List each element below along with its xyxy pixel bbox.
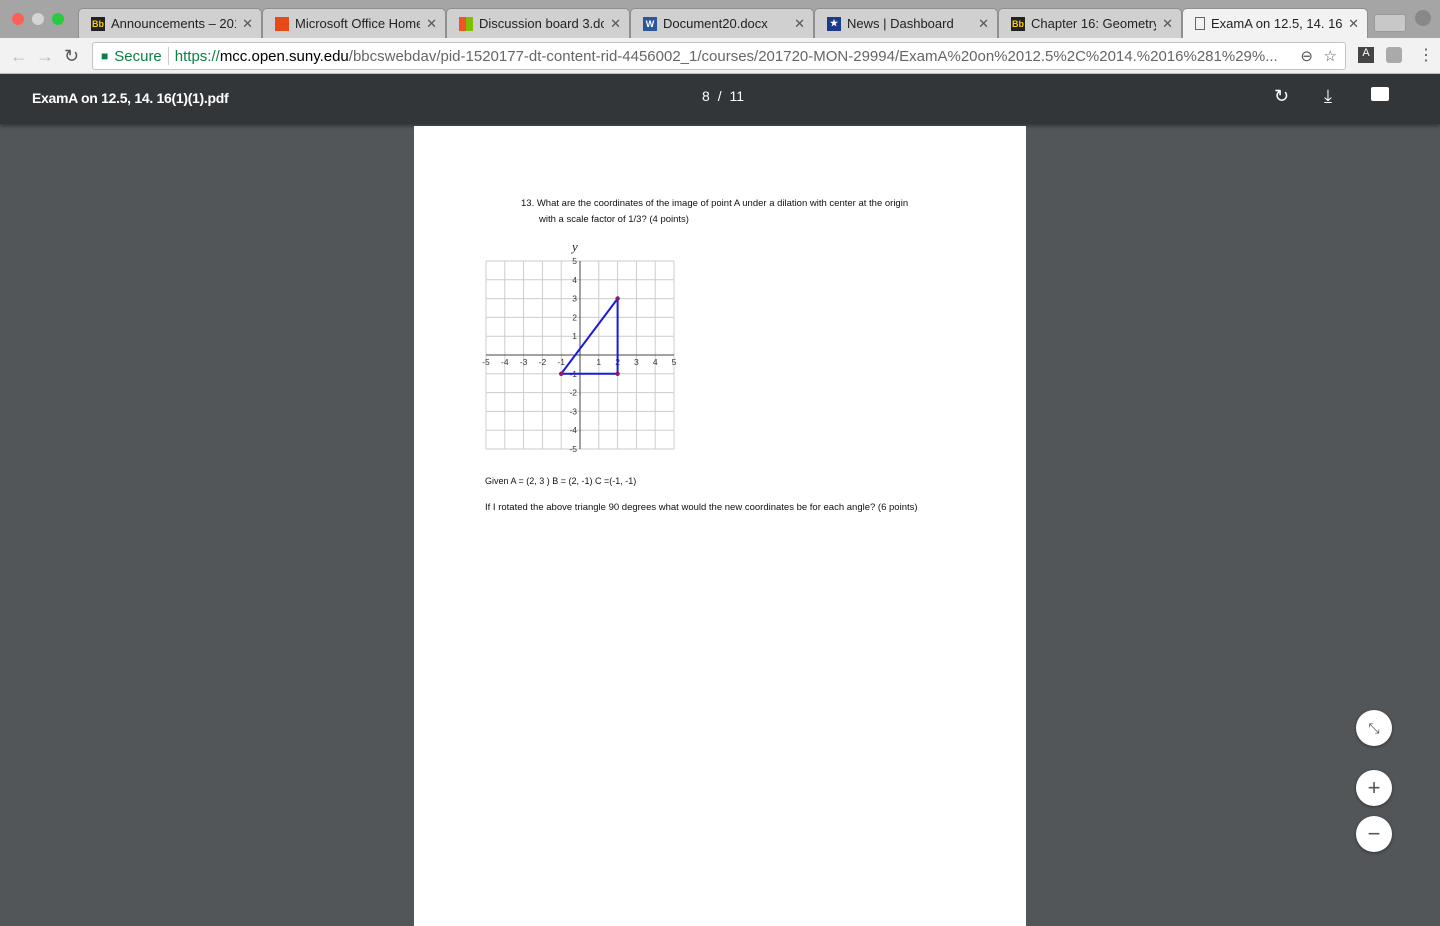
given-points: Given A = (2, 3 ) B = (2, -1) C =(-1, -1… — [485, 476, 637, 486]
secure-label: Secure — [114, 47, 162, 65]
bookmark-star-icon[interactable]: ☆ — [1324, 47, 1337, 65]
print-icon[interactable] — [1371, 87, 1389, 101]
x-tick-label: 5 — [672, 357, 677, 367]
lock-icon: ■ — [101, 49, 109, 63]
y-tick-label: -5 — [569, 444, 577, 454]
pdf-page: 13. What are the coordinates of the imag… — [414, 126, 1026, 926]
question-13-line2: with a scale factor of 1/3? (4 points) — [539, 214, 689, 225]
forward-button[interactable]: → — [36, 46, 54, 67]
close-tab-icon[interactable]: ✕ — [426, 16, 437, 32]
y-tick-label: 5 — [572, 256, 577, 266]
question-14: If I rotated the above triangle 90 degre… — [485, 502, 918, 513]
question-13-line1: 13. What are the coordinates of the imag… — [521, 198, 909, 209]
tab-news-dashboard[interactable]: ★ News | Dashboard ✕ — [814, 8, 998, 38]
page-indicator: 8 / 11 — [702, 88, 745, 104]
tab-announcements[interactable]: Bb Announcements – 2017 ✕ — [78, 8, 262, 38]
vertex-point — [559, 371, 564, 376]
y-tick-label: -2 — [569, 388, 577, 398]
maximize-window-button[interactable] — [52, 13, 64, 25]
microsoft-icon — [459, 16, 473, 31]
x-tick-label: -1 — [557, 357, 565, 367]
extension-icon[interactable]: A — [1358, 47, 1374, 63]
word-icon: W — [643, 16, 657, 31]
pdf-toolbar: ExamA on 12.5, 14. 16(1)(1).pdf 8 / 11 ↻… — [0, 74, 1440, 124]
close-tab-icon[interactable]: ✕ — [978, 16, 989, 32]
y-tick-label: -3 — [569, 406, 577, 416]
y-tick-label: 1 — [572, 331, 577, 341]
close-tab-icon[interactable]: ✕ — [794, 16, 805, 32]
tab-exama-pdf[interactable]: ExamA on 12.5, 14. 16(1)(1).pdf✕ — [1182, 8, 1368, 38]
reload-button[interactable]: ↻ — [64, 46, 79, 67]
url-scheme: https:// — [174, 47, 220, 65]
tab-strip: Bb Announcements – 2017 ✕ Microsoft Office… — [0, 0, 1440, 38]
blackboard-icon: Bb — [1011, 16, 1025, 31]
close-window-button[interactable] — [12, 13, 24, 25]
y-tick-label: 3 — [572, 294, 577, 304]
coordinate-graph: y-5-5-4-4-3-3-2-2-1-11122334455 — [482, 239, 677, 454]
y-tick-label: 2 — [572, 312, 577, 322]
tab-office-home[interactable]: Microsoft Office Home ✕ — [262, 8, 446, 38]
close-tab-icon[interactable]: ✕ — [1162, 16, 1173, 32]
close-tab-icon[interactable]: ✕ — [242, 16, 253, 32]
x-tick-label: 1 — [596, 357, 601, 367]
back-button[interactable]: ← — [10, 46, 28, 67]
page-total: 11 — [729, 88, 745, 104]
new-tab-button[interactable] — [1374, 14, 1406, 32]
fit-page-button[interactable]: ⤡ — [1356, 710, 1392, 746]
divider — [167, 47, 169, 65]
rotate-icon[interactable]: ↻ — [1274, 86, 1289, 107]
menu-icon[interactable]: ⋮ — [1418, 45, 1434, 65]
minimize-window-button[interactable] — [32, 13, 44, 25]
document-title: ExamA on 12.5, 14. 16(1)(1).pdf — [32, 90, 229, 106]
y-axis-label: y — [570, 239, 578, 254]
vertex-point — [615, 296, 620, 301]
address-bar-row: ← → ↻ ■ Secure https://mcc.open.suny.edu… — [0, 38, 1440, 74]
x-tick-label: 3 — [634, 357, 639, 367]
url-host: mcc.open.suny.edu — [219, 47, 349, 65]
zoom-in-button[interactable]: + — [1356, 770, 1392, 806]
tab-document20[interactable]: W Document20.docx ✕ — [630, 8, 814, 38]
page-number-input[interactable]: 8 — [702, 88, 710, 104]
profile-icon[interactable] — [1415, 10, 1431, 26]
extension-icon[interactable] — [1386, 47, 1402, 63]
x-tick-label: -2 — [539, 357, 547, 367]
zoom-out-button[interactable]: − — [1356, 816, 1392, 852]
x-tick-label: -4 — [501, 357, 509, 367]
news-icon: ★ — [827, 16, 841, 31]
download-icon[interactable]: ⤓ — [1324, 86, 1332, 107]
url-input[interactable]: ■ Secure https://mcc.open.suny.edu/bbcsw… — [92, 42, 1346, 70]
zoom-icon[interactable]: ⊖ — [1300, 47, 1313, 65]
tab-discussion-board[interactable]: Discussion board 3.docx✕ — [446, 8, 630, 38]
url-path: /bbcswebdav/pid-1520177-dt-content-rid-4… — [348, 47, 1278, 65]
tab-chapter-16[interactable]: Bb Chapter 16: Geometry ✕ — [998, 8, 1182, 38]
y-tick-label: 4 — [572, 275, 577, 285]
close-tab-icon[interactable]: ✕ — [1348, 16, 1359, 32]
office-icon — [275, 16, 289, 31]
blackboard-icon: Bb — [91, 16, 105, 31]
y-tick-label: -4 — [569, 425, 577, 435]
x-tick-label: 4 — [653, 357, 658, 367]
x-tick-label: -3 — [520, 357, 528, 367]
close-tab-icon[interactable]: ✕ — [610, 16, 621, 32]
vertex-point — [615, 371, 620, 376]
document-icon — [1195, 17, 1205, 30]
x-tick-label: -5 — [482, 357, 490, 367]
